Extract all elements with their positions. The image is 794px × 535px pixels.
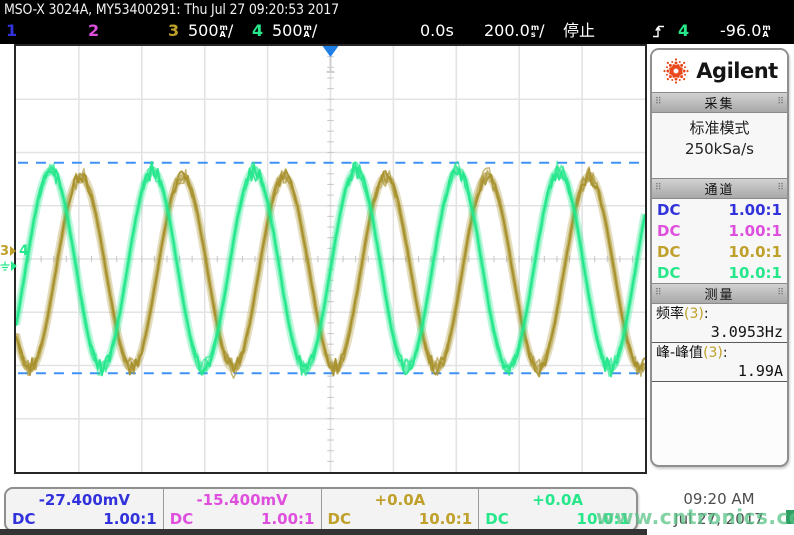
grip-dots-icon: ⠿ [777,98,784,107]
right-arrow-icon [10,246,16,256]
measurement-pkpk-row[interactable]: 峰-峰值(3): 1.99A [652,343,787,382]
ground-reference-marker[interactable] [0,259,17,273]
sidebar-panel: Agilent ⠿ 采集 ⠿ 标准模式 250kSa/s ⠿ 通道 ⠿ DC 1… [650,48,789,467]
brand-name: Agilent [696,59,777,83]
channels-header-label: 通道 [662,179,778,198]
channel-4-scale[interactable]: 500 mA / [272,22,317,40]
channel-2-coupling-line: DC1.00:1 [170,510,315,529]
section-header-channels[interactable]: ⠿ 通道 ⠿ [652,178,787,199]
top-status-bar: MSO-X 3024A, MY53400291: Thu Jul 27 09:2… [0,0,794,44]
waveform-plot [16,46,645,472]
waveform-graticule[interactable] [14,44,647,474]
oscilloscope-screen: { "colors": { "ch1": "#3232DC", "ch2": "… [0,0,794,535]
channel-4-scale-unit: mA [304,25,312,38]
channel-2-offset-value: -15.400mV [170,490,315,510]
channel-2-row[interactable]: DC 1.00:1 [652,220,787,241]
trigger-level-unit: mA [762,25,770,38]
channel-3-scale-slash: / [228,22,233,40]
bottom-edge-strip [0,529,647,535]
channel-3-marker-label: 3 [0,245,9,258]
timebase-value: 200.0 [484,22,530,40]
grip-dots-icon: ⠿ [655,98,662,107]
channel-4-row[interactable]: DC 10.0:1 [652,262,787,283]
measurement-frequency-value: 3.0953Hz [656,323,783,342]
measurement-pkpk-source: (3) [703,345,723,361]
grip-dots-icon: ⠿ [655,184,662,193]
trigger-level-value: -96.0 [720,22,761,40]
channel-3-status[interactable]: 3 [168,22,179,40]
measure-header-label: 测量 [662,284,778,303]
channel-3-offset-value: +0.0A [328,490,473,510]
channel-3-number: 3 [168,22,179,40]
earth-ground-icon [0,261,10,272]
channel-3-coupling: DC [657,243,680,261]
channel-1-probe-ratio: 1.00:1 [729,201,782,219]
channel-4-scale-slash: / [312,22,317,40]
trigger-source[interactable]: 4 [678,22,689,40]
channel-3-readout-cell[interactable]: +0.0A DC10.0:1 [322,489,480,530]
channel-1-offset-value: -27.400mV [12,490,157,510]
channel-4-number: 4 [252,22,263,40]
channel-1-status[interactable]: 1 [6,22,17,40]
sample-rate: 250kSa/s [652,139,787,160]
horizontal-delay[interactable]: 0.0s [420,22,454,40]
channel-2-readout-cell[interactable]: -15.400mV DC1.00:1 [164,489,322,530]
channel-3-ground-marker[interactable]: 3 [0,244,16,258]
instrument-title: MSO-X 3024A, MY53400291: Thu Jul 27 09:2… [4,2,339,18]
channel-3-scale[interactable]: 500 mA / [188,22,233,40]
channel-3-scale-value: 500 [188,22,219,40]
measurement-frequency-source: (3) [684,306,704,322]
trigger-slope-icon[interactable] [652,24,665,39]
rising-edge-icon [652,24,665,39]
measurement-frequency-row[interactable]: 频率(3): 3.0953Hz [652,304,787,343]
timebase-setting[interactable]: 200.0 ms / [484,22,545,40]
channel-3-coupling-line: DC10.0:1 [328,510,473,529]
right-arrow-icon [11,261,17,271]
brand-logo: Agilent [652,50,787,92]
section-header-acquire[interactable]: ⠿ 采集 ⠿ [652,92,787,113]
acquire-info: 标准模式 250kSa/s [652,113,787,178]
channel-3-probe-ratio: 10.0:1 [729,243,782,261]
grip-dots-icon: ⠿ [777,289,784,298]
grip-dots-icon: ⠿ [777,184,784,193]
channel-2-status[interactable]: 2 [88,22,99,40]
watermark: www.cntronics.com [596,505,794,529]
section-header-measure[interactable]: ⠿ 测量 ⠿ [652,283,787,304]
channel-1-row[interactable]: DC 1.00:1 [652,199,787,220]
channel-1-coupling: DC [657,201,680,219]
bottom-channel-bar: -27.400mV DC1.00:1 -15.400mV DC1.00:1 +0… [4,487,638,532]
channel-4-coupling: DC [657,264,680,282]
channel-2-probe-ratio: 1.00:1 [729,222,782,240]
timebase-slash: / [539,22,544,40]
channel-4-scale-value: 500 [272,22,303,40]
grip-dots-icon: ⠿ [655,289,662,298]
channel-4-probe-ratio: 10.0:1 [729,264,782,282]
run-state[interactable]: 停止 [563,22,595,40]
channel-4-status[interactable]: 4 [252,22,263,40]
acquire-header-label: 采集 [662,93,778,112]
measurement-pkpk-value: 1.99A [656,362,783,381]
agilent-starburst-icon [661,56,691,86]
measurement-pkpk-label: 峰-峰值(3): [656,345,783,362]
channel-4-ground-label[interactable]: 4 [19,244,29,258]
timebase-unit: ms [531,25,539,38]
channel-1-readout-cell[interactable]: -27.400mV DC1.00:1 [6,489,164,530]
channel-1-coupling-line: DC1.00:1 [12,510,157,529]
measurement-frequency-label: 频率(3): [656,306,783,323]
channel-3-row[interactable]: DC 10.0:1 [652,241,787,262]
acquire-mode: 标准模式 [652,118,787,139]
channel-3-scale-unit: mA [220,25,228,38]
channel-2-coupling: DC [657,222,680,240]
trigger-level[interactable]: -96.0 mA [720,22,771,40]
